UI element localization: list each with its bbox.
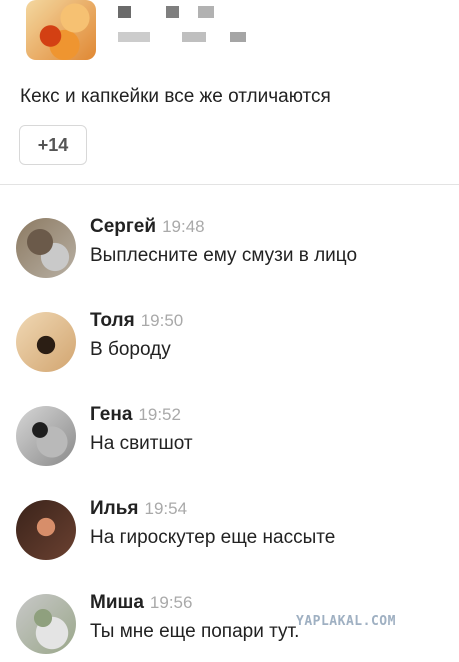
comment-author-name[interactable]: Гена [90,404,132,425]
comment-time: 19:50 [140,311,184,330]
comment-author-name[interactable]: Толя [90,310,135,331]
comment-text: На гироскутер еще нассыте [90,527,336,548]
comment: Гена 19:52 На свитшот [16,404,446,474]
comment: Илья 19:54 На гироскутер еще нассыте [16,498,446,568]
divider [0,184,459,185]
comment-text: На свитшот [90,433,193,454]
comment-time: 19:56 [149,593,193,612]
show-more-comments-button[interactable]: +14 [19,125,87,165]
comment-author[interactable]: Гена 19:52 [90,404,181,426]
comment-author[interactable]: Сергей 19:48 [90,216,205,238]
comment-author[interactable]: Илья 19:54 [90,498,187,520]
comment-time: 19:48 [162,217,205,236]
avatar[interactable] [16,594,76,654]
comment-text: Ты мне еще попари тут. [90,621,300,642]
comment-author[interactable]: Миша 19:56 [90,592,192,614]
comment: Толя 19:50 В бороду [16,310,446,380]
post-text: Кекс и капкейки все же отличаются [20,86,331,107]
post-author-avatar[interactable] [26,0,96,60]
comment-text: В бороду [90,339,171,360]
comment-time: 19:54 [144,499,188,518]
avatar[interactable] [16,312,76,372]
comment: Сергей 19:48 Выплесните ему смузи в лицо [16,216,446,286]
post-author-name-blurred [118,6,278,46]
comment-text: Выплесните ему смузи в лицо [90,245,358,266]
comment-author-name[interactable]: Илья [90,498,139,519]
comment-author[interactable]: Толя 19:50 [90,310,183,332]
comment-author-name[interactable]: Сергей [90,216,156,237]
comment-author-name[interactable]: Миша [90,592,144,613]
watermark: YAPLAKAL.COM [296,614,396,629]
avatar[interactable] [16,500,76,560]
comment-time: 19:52 [138,405,181,424]
avatar[interactable] [16,218,76,278]
avatar[interactable] [16,406,76,466]
